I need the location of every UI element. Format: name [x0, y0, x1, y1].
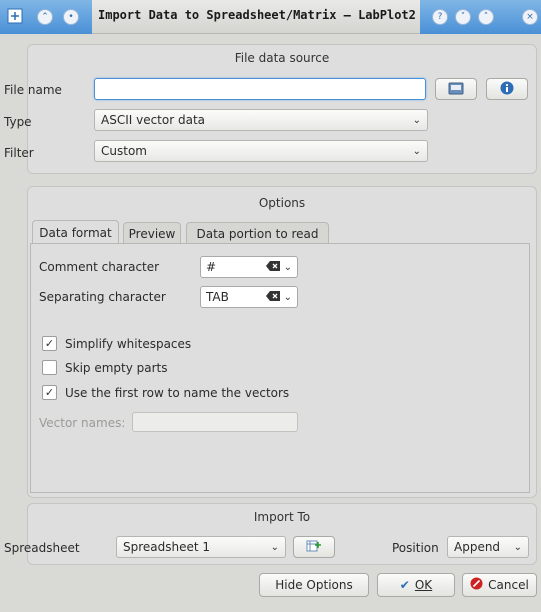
vector-names-label: Vector names: — [39, 416, 126, 430]
separating-character-value: TAB — [206, 290, 229, 304]
separating-character-combo[interactable]: TAB ⌄ — [200, 286, 298, 308]
file-info-button[interactable] — [486, 78, 528, 100]
separating-character-label: Separating character — [39, 290, 166, 304]
type-select-value: ASCII vector data — [101, 113, 206, 127]
help-icon[interactable]: ? — [432, 9, 448, 25]
position-label: Position — [392, 541, 439, 555]
spreadsheet-label: Spreadsheet — [4, 541, 80, 555]
comment-character-label: Comment character — [39, 260, 160, 274]
window-title: Import Data to Spreadsheet/Matrix – LabP… — [98, 8, 416, 22]
hide-options-button[interactable]: Hide Options — [259, 573, 369, 597]
type-label: Type — [4, 115, 32, 129]
position-select-value: Append — [454, 540, 501, 554]
skip-empty-parts-checkbox[interactable]: Skip empty parts — [42, 360, 168, 375]
first-row-names-checkbox[interactable]: ✓ Use the first row to name the vectors — [42, 385, 289, 400]
chevron-down-icon[interactable]: ⌄ — [284, 292, 292, 303]
tab-data-portion-label: Data portion to read — [196, 226, 319, 241]
checkbox-checked-icon: ✓ — [42, 385, 57, 400]
cancel-button[interactable]: Cancel — [462, 573, 537, 597]
tab-preview[interactable]: Preview — [123, 222, 181, 244]
chevron-down-icon: ⌄ — [513, 541, 522, 553]
browse-file-button[interactable] — [435, 78, 477, 100]
cancel-icon — [470, 577, 483, 593]
filter-select-value: Custom — [101, 144, 147, 158]
open-folder-icon — [448, 81, 464, 98]
on-all-desktops-icon[interactable]: • — [63, 9, 79, 25]
vector-names-input[interactable] — [132, 412, 298, 432]
file-name-label: File name — [4, 83, 62, 97]
add-spreadsheet-icon — [306, 539, 322, 556]
keep-above-icon[interactable]: ⌃ — [37, 9, 53, 25]
new-spreadsheet-button[interactable] — [293, 536, 335, 558]
chevron-down-icon: ⌄ — [270, 541, 279, 553]
comment-character-value: # — [206, 260, 217, 274]
tab-data-portion[interactable]: Data portion to read — [186, 222, 329, 244]
maximize-icon[interactable]: ˄ — [478, 9, 494, 25]
tab-data-format-label: Data format — [39, 225, 112, 240]
type-select[interactable]: ASCII vector data ⌄ — [94, 109, 428, 131]
tab-data-format[interactable]: Data format — [32, 220, 119, 244]
minimize-icon[interactable]: ˅ — [455, 9, 471, 25]
ok-label: OK — [414, 578, 433, 592]
chevron-down-icon[interactable]: ⌄ — [284, 262, 292, 273]
checkbox-unchecked-icon — [42, 360, 57, 375]
chevron-down-icon: ⌄ — [412, 145, 421, 157]
close-icon[interactable]: × — [522, 9, 538, 25]
position-select[interactable]: Append ⌄ — [447, 536, 529, 558]
chevron-down-icon: ⌄ — [412, 114, 421, 126]
simplify-whitespaces-checkbox[interactable]: ✓ Simplify whitespaces — [42, 336, 191, 351]
comment-character-combo[interactable]: # ⌄ — [200, 256, 298, 278]
checkmark-icon: ✔ — [399, 578, 410, 592]
clear-text-icon[interactable] — [265, 260, 280, 274]
cancel-label: Cancel — [488, 578, 529, 592]
skip-empty-parts-label: Skip empty parts — [65, 360, 168, 375]
hide-options-label: Hide Options — [275, 578, 353, 592]
filter-select[interactable]: Custom ⌄ — [94, 140, 428, 162]
options-title: Options — [258, 196, 306, 210]
simplify-whitespaces-label: Simplify whitespaces — [65, 336, 192, 351]
spreadsheet-select[interactable]: Spreadsheet 1 ⌄ — [116, 536, 286, 558]
tab-preview-label: Preview — [128, 226, 176, 241]
ok-button[interactable]: ✔ OK — [377, 573, 455, 597]
file-name-input[interactable] — [94, 78, 426, 100]
app-icon[interactable] — [7, 8, 23, 24]
filter-label: Filter — [4, 146, 34, 160]
clear-text-icon[interactable] — [265, 290, 280, 304]
info-icon — [500, 81, 514, 98]
import-to-title: Import To — [253, 510, 311, 524]
file-source-title: File data source — [234, 51, 330, 65]
first-row-names-label: Use the first row to name the vectors — [65, 385, 290, 400]
checkbox-checked-icon: ✓ — [42, 336, 57, 351]
spreadsheet-select-value: Spreadsheet 1 — [123, 540, 211, 554]
